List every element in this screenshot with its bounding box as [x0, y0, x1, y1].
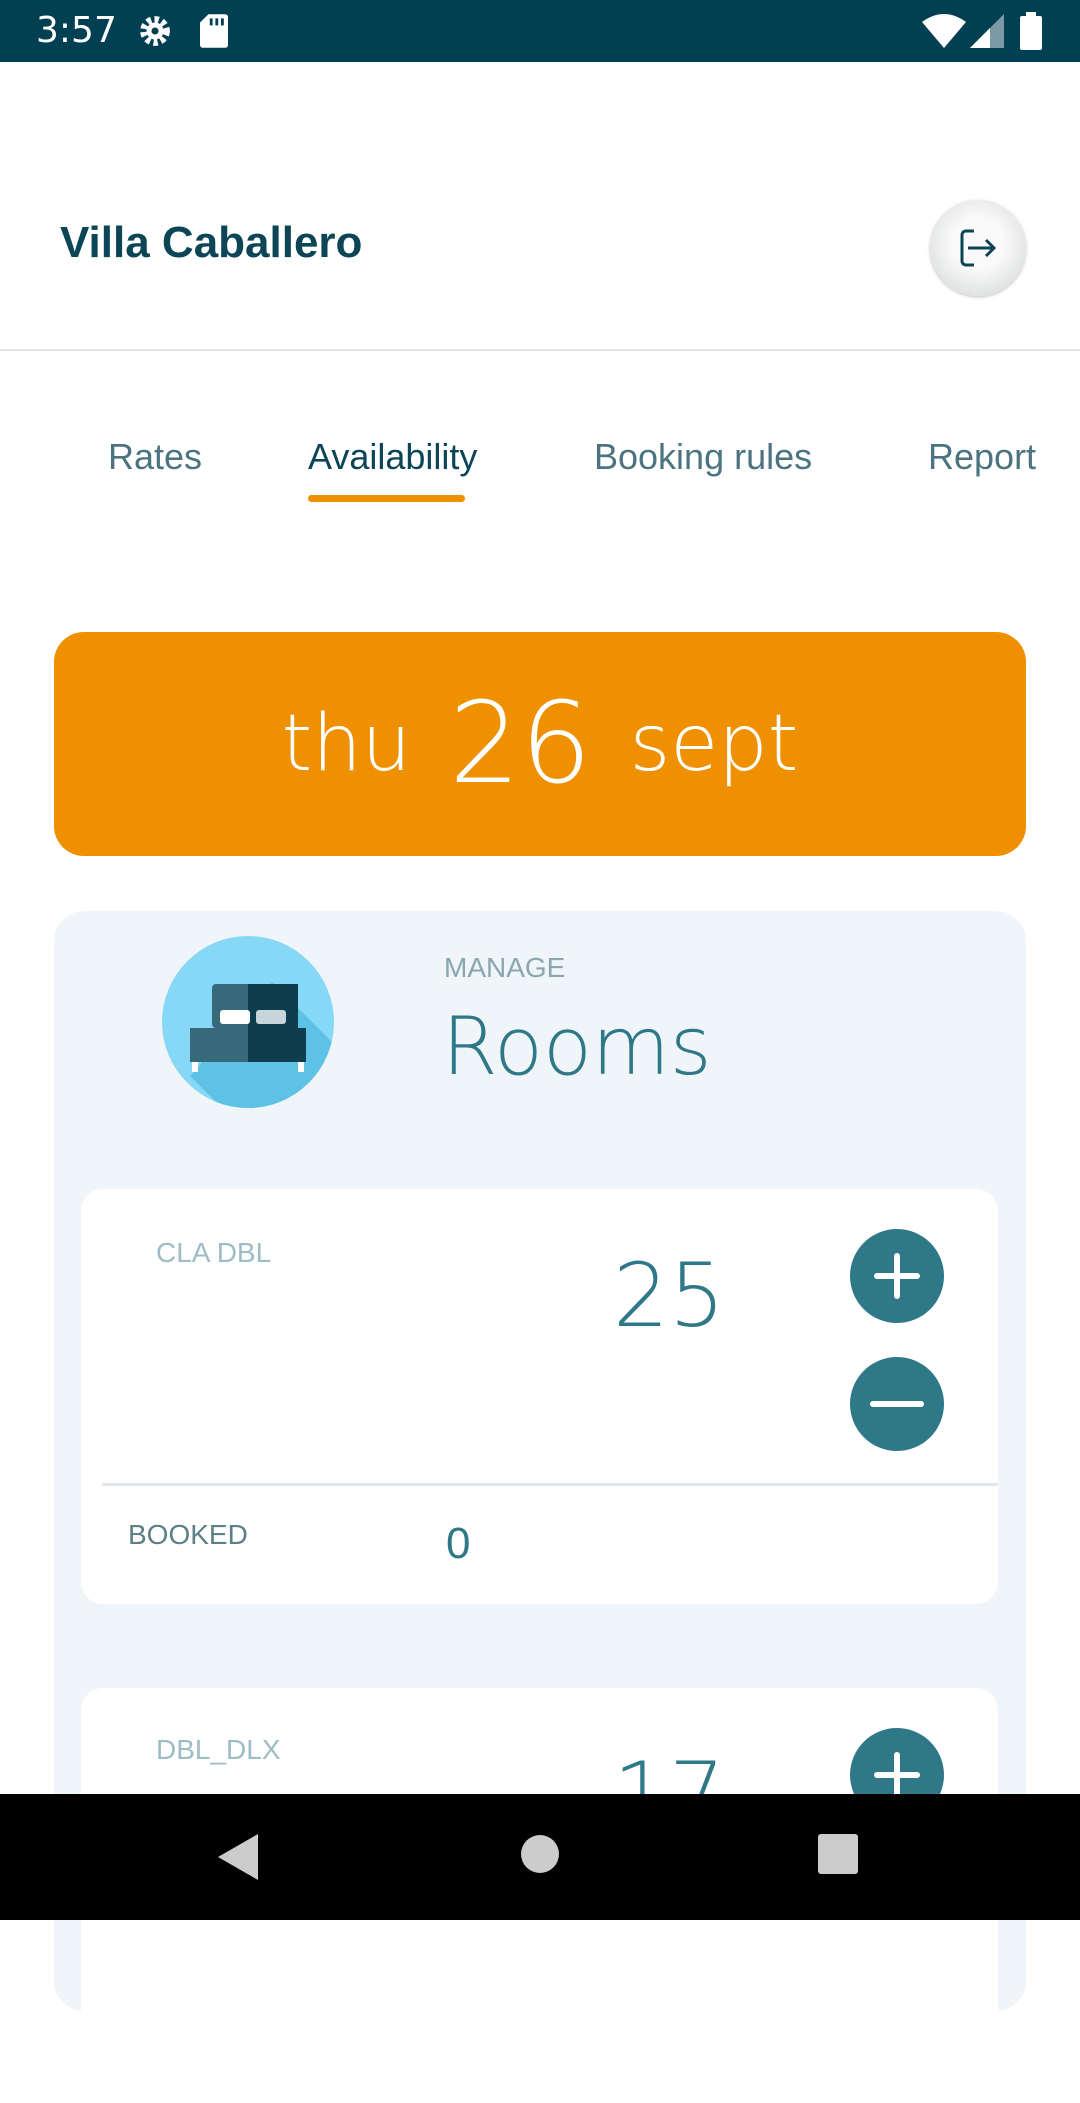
property-title: Villa Caballero	[60, 218, 363, 267]
wifi-icon	[922, 14, 966, 48]
back-icon[interactable]	[218, 1834, 258, 1880]
tab-availability[interactable]: Availability	[308, 436, 477, 478]
tab-rates[interactable]: Rates	[108, 436, 202, 478]
date-month: sept	[629, 699, 799, 789]
date-day: 26	[449, 679, 592, 809]
room-code: CLA DBL	[156, 1237, 272, 1268]
section-title: Rooms	[442, 1000, 712, 1093]
status-bar: 3:57	[0, 0, 1080, 62]
home-icon[interactable]	[520, 1834, 560, 1874]
available-count: 25	[613, 1244, 725, 1347]
minus-icon	[870, 1401, 924, 1407]
gear-icon	[140, 16, 170, 46]
room-card: CLA DBL 25 BOOKED 0	[81, 1189, 998, 1604]
date-weekday: thu	[281, 699, 412, 789]
active-tab-indicator	[308, 495, 465, 502]
increment-button[interactable]	[850, 1229, 944, 1323]
battery-icon	[1020, 12, 1042, 50]
booked-label: BOOKED	[128, 1519, 248, 1550]
decrement-button[interactable]	[850, 1357, 944, 1451]
date-selector[interactable]: thu 26 sept	[54, 632, 1026, 856]
booked-count: 0	[446, 1519, 471, 1568]
signal-icon	[970, 14, 1004, 48]
logout-icon	[960, 229, 997, 267]
tab-booking-rules[interactable]: Booking rules	[594, 436, 812, 478]
sd-card-icon	[200, 14, 228, 48]
room-code: DBL_DLX	[156, 1734, 281, 1765]
plus-icon	[874, 1253, 920, 1299]
clock: 3:57	[36, 10, 117, 51]
bed-icon	[162, 936, 334, 1108]
recents-icon[interactable]	[818, 1834, 858, 1874]
section-kicker: MANAGE	[444, 952, 566, 983]
logout-button[interactable]	[930, 200, 1026, 296]
tab-report[interactable]: Report	[928, 436, 1036, 478]
header-divider	[0, 349, 1080, 351]
navigation-bar	[0, 1794, 1080, 1920]
card-divider	[102, 1483, 998, 1486]
